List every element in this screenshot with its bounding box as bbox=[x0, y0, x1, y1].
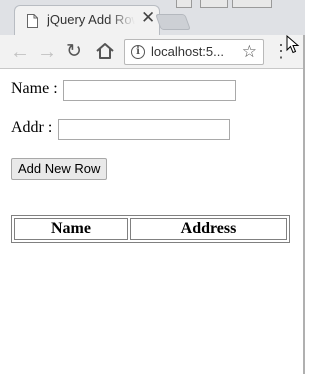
table-header-row: Name Address bbox=[14, 218, 287, 240]
back-arrow-icon[interactable]: ← bbox=[10, 41, 30, 63]
browser-tab[interactable]: jQuery Add Row ✕ bbox=[14, 5, 160, 35]
column-header-address: Address bbox=[130, 218, 287, 240]
name-label: Name : bbox=[11, 80, 58, 97]
info-icon[interactable]: i bbox=[131, 45, 145, 59]
window-control-minimize[interactable] bbox=[176, 0, 192, 8]
window-control-close[interactable] bbox=[232, 0, 272, 8]
tab-title: jQuery Add Row bbox=[47, 12, 135, 27]
tab-close-icon[interactable]: ✕ bbox=[141, 8, 155, 28]
window-edge bbox=[303, 35, 305, 374]
name-input[interactable] bbox=[63, 80, 236, 101]
new-tab-button[interactable] bbox=[155, 14, 191, 30]
home-icon[interactable] bbox=[94, 40, 116, 62]
column-header-name: Name bbox=[14, 218, 128, 240]
mouse-cursor-icon bbox=[286, 35, 300, 54]
addr-label: Addr : bbox=[11, 119, 53, 136]
url-text[interactable]: localhost:5... bbox=[151, 44, 224, 59]
page-content: Name : Addr : Add New Row Name Address bbox=[0, 70, 305, 374]
document-icon bbox=[27, 14, 38, 28]
browser-window: jQuery Add Row ✕ ← → ↻ i localhost:5... … bbox=[0, 0, 305, 374]
address-bar[interactable]: i localhost:5... ☆ bbox=[124, 39, 264, 65]
browser-toolbar: ← → ↻ i localhost:5... ☆ ⋮ bbox=[0, 35, 305, 69]
data-table: Name Address bbox=[11, 215, 290, 243]
reload-icon[interactable]: ↻ bbox=[66, 41, 82, 63]
addr-input[interactable] bbox=[58, 119, 230, 140]
add-new-row-button[interactable]: Add New Row bbox=[11, 158, 108, 180]
window-control-maximize[interactable] bbox=[200, 0, 228, 8]
forward-arrow-icon[interactable]: → bbox=[37, 41, 57, 63]
tab-strip: jQuery Add Row ✕ bbox=[0, 0, 305, 35]
bookmark-star-icon[interactable]: ☆ bbox=[242, 42, 257, 62]
